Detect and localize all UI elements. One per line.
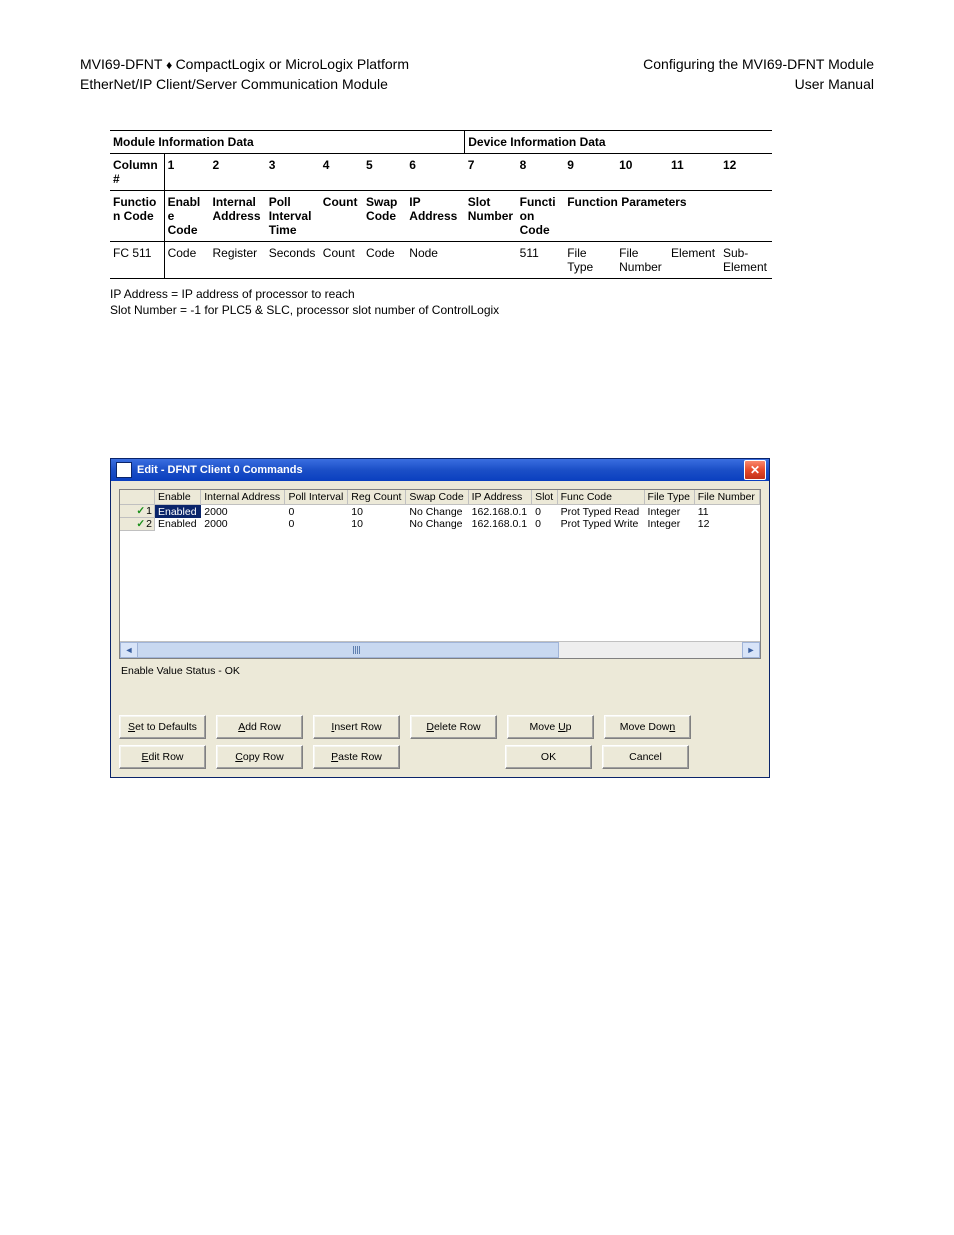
move-up-button[interactable]: Move Up [507,715,594,739]
set-defaults-button[interactable]: Set to Defaults [119,715,206,739]
titlebar[interactable]: Edit - DFNT Client 0 Commands ✕ [111,459,769,481]
note-ip: IP Address = IP address of processor to … [110,287,874,303]
page-header: MVI69-DFNT ♦ CompactLogix or MicroLogix … [80,55,874,94]
function-code-label: Function Code [110,191,164,242]
header-left-platform: CompactLogix or MicroLogix Platform [176,56,409,72]
horizontal-scrollbar[interactable]: ◄ ► [120,641,760,658]
close-icon[interactable]: ✕ [744,460,766,480]
fc511-label: FC 511 [110,242,164,279]
check-icon: ✓ [136,505,145,517]
ok-button[interactable]: OK [505,745,592,769]
add-row-button[interactable]: Add Row [216,715,303,739]
scroll-thumb[interactable] [137,642,559,658]
status-text: Enable Value Status - OK [119,659,761,715]
edit-dialog: Edit - DFNT Client 0 Commands ✕ Enable I… [110,458,770,778]
section-module-info: Module Information Data [110,131,465,154]
header-right-line1: Configuring the MVI69-DFNT Module [643,55,874,75]
app-icon [116,462,132,478]
column-num-label: Column # [110,154,164,191]
note-slot: Slot Number = -1 for PLC5 & SLC, process… [110,303,874,319]
header-left-product: MVI69-DFNT [80,56,162,72]
grid-row[interactable]: ✓2 Enabled 2000 0 10 No Change 162.168.0… [120,518,760,531]
commands-grid[interactable]: Enable Internal Address Poll Interval Re… [119,489,761,659]
info-table: Module Information Data Device Informati… [110,130,772,279]
header-right-line2: User Manual [643,75,874,95]
paste-row-button[interactable]: Paste Row [313,745,400,769]
grid-header-row: Enable Internal Address Poll Interval Re… [120,490,760,505]
edit-row-button[interactable]: Edit Row [119,745,206,769]
copy-row-button[interactable]: Copy Row [216,745,303,769]
move-down-button[interactable]: Move Down [604,715,691,739]
insert-row-button[interactable]: Insert Row [313,715,400,739]
grid-row[interactable]: ✓1 Enabled 2000 0 10 No Change 162.168.0… [120,505,760,518]
scroll-right-icon[interactable]: ► [742,642,760,658]
cancel-button[interactable]: Cancel [602,745,689,769]
grid-empty-area[interactable] [120,531,760,641]
section-device-info: Device Information Data [465,131,772,154]
check-icon: ✓ [136,518,145,530]
notes: IP Address = IP address of processor to … [110,287,874,318]
dialog-title: Edit - DFNT Client 0 Commands [137,464,744,476]
delete-row-button[interactable]: Delete Row [410,715,497,739]
diamond-icon: ♦ [166,58,175,72]
scroll-left-icon[interactable]: ◄ [120,642,138,658]
header-left-line2: EtherNet/IP Client/Server Communication … [80,75,409,95]
